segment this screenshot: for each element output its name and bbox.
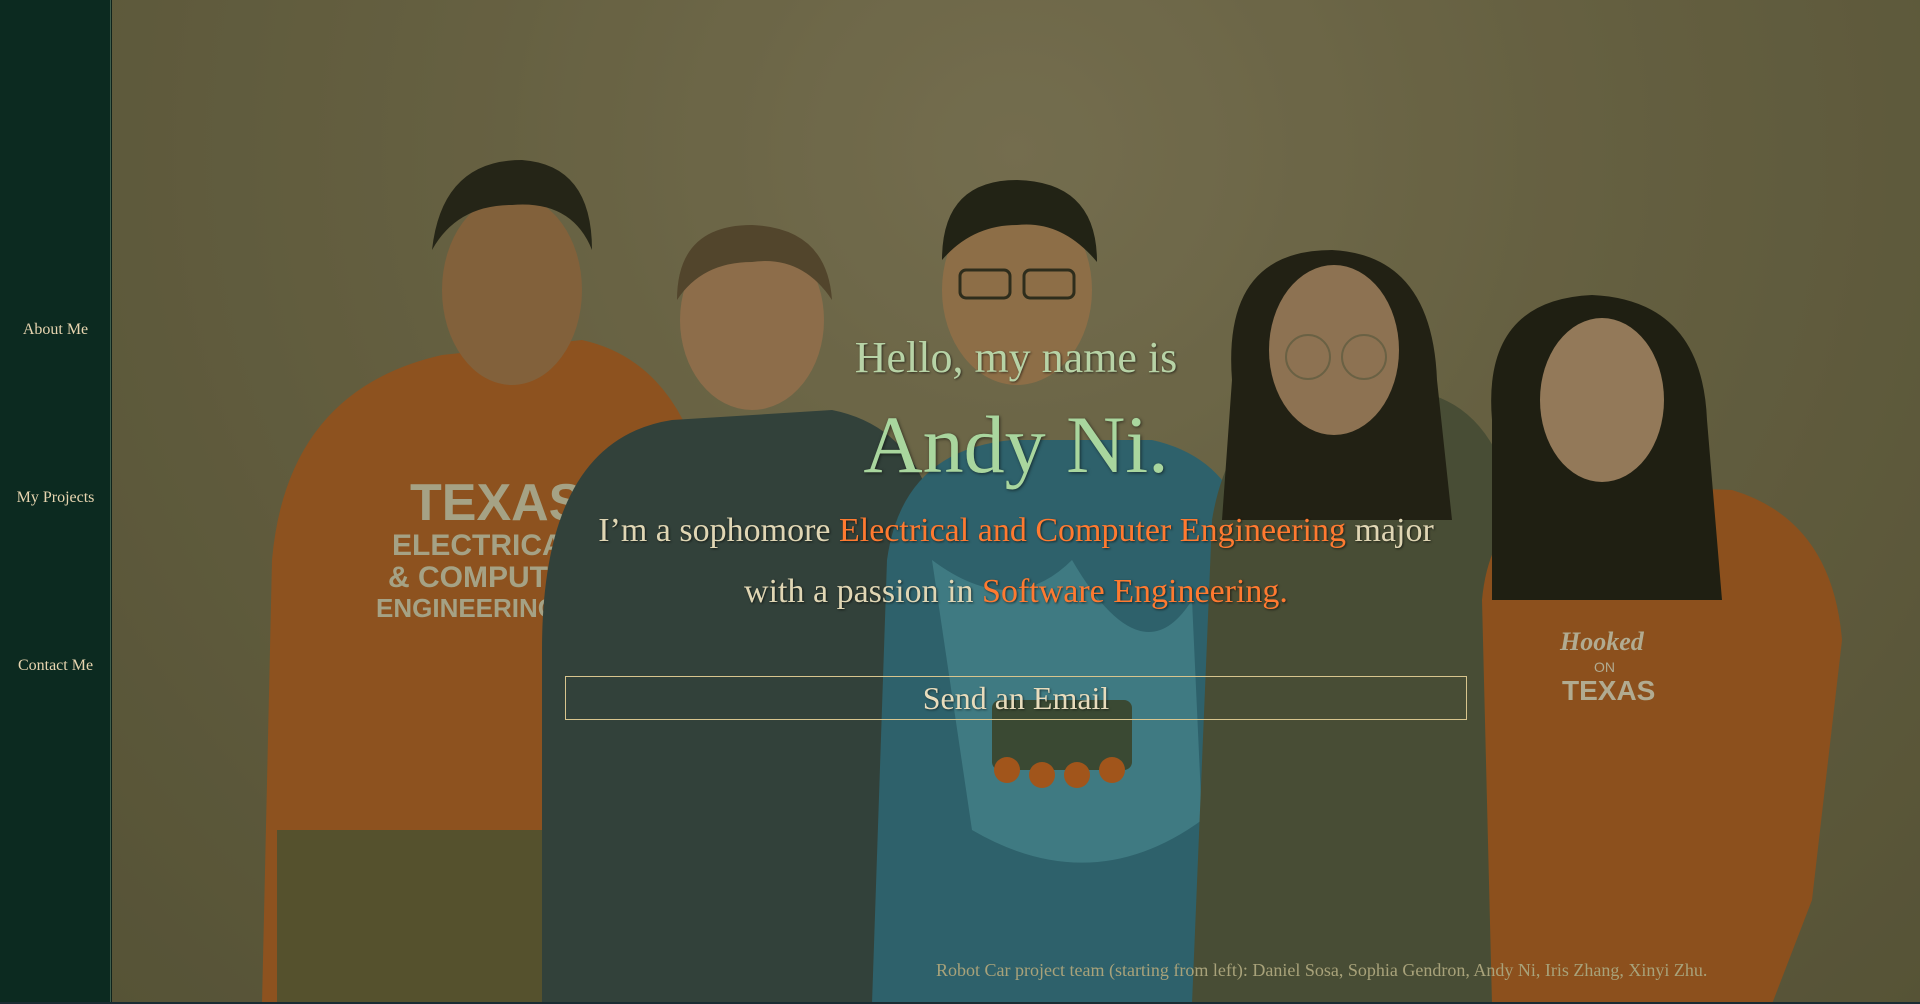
intro-major: Electrical and Computer Engineering (838, 512, 1346, 549)
passion-field: Software Engineering. (982, 573, 1288, 610)
hero-greeting: Hello, my name is (854, 333, 1178, 382)
send-email-button[interactable]: Send an Email (565, 676, 1467, 720)
nav-item-contact-me[interactable]: Contact Me (0, 657, 111, 675)
photo-caption: Robot Car project team (starting from le… (936, 960, 1708, 980)
intro-suffix: major (1345, 512, 1434, 549)
hero-name: Andy Ni. (863, 399, 1169, 490)
sidebar-nav: About Me My Projects Contact Me (0, 0, 111, 1004)
hero-intro-line: I’m a sophomore Electrical and Computer … (112, 512, 1920, 550)
passion-prefix: with a passion in (744, 573, 983, 610)
nav-item-my-projects[interactable]: My Projects (0, 489, 111, 507)
hero-passion-line: with a passion in Software Engineering. (112, 573, 1920, 611)
photo-tint-overlay (112, 0, 1920, 1004)
hero-section: TEXAS ELECTRICAL & COMPUTER ENGINEERING (112, 0, 1920, 1004)
nav-item-about-me[interactable]: About Me (0, 321, 111, 339)
intro-prefix: I’m a sophomore (598, 512, 839, 549)
page: About Me My Projects Contact Me TEXAS EL… (0, 0, 1920, 1004)
